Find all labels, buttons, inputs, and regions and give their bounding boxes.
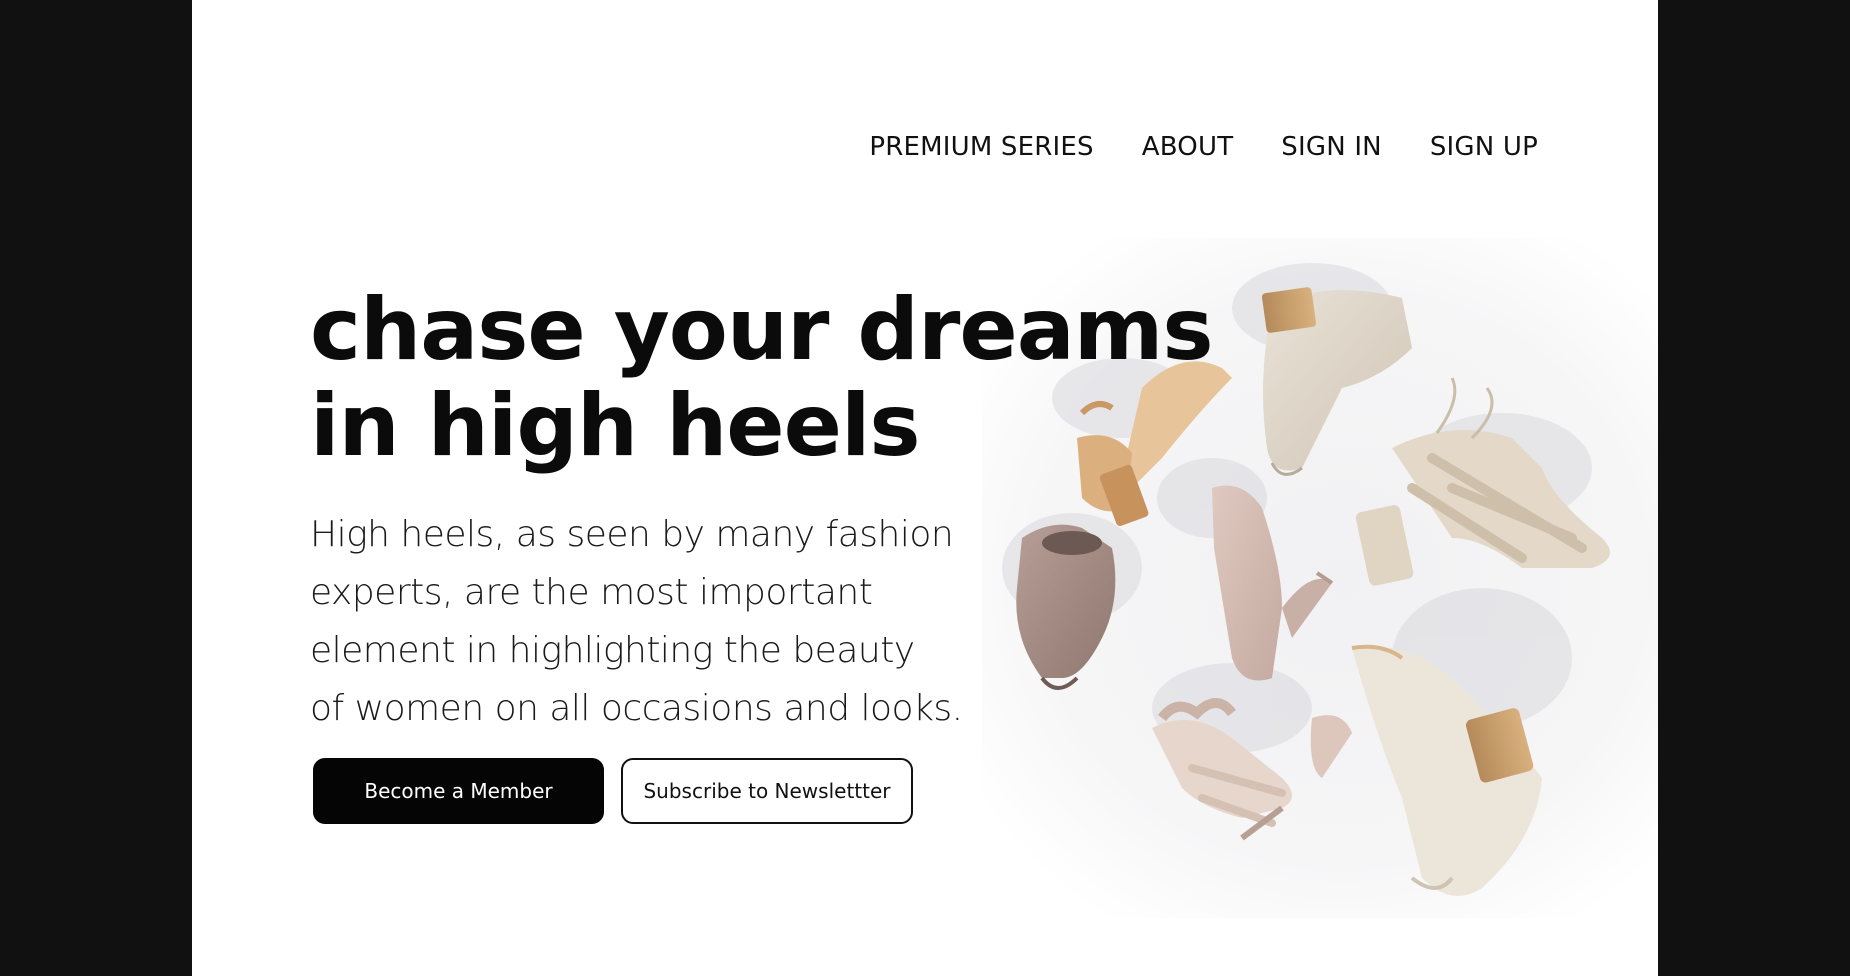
nav-link-premium-series[interactable]: PREMIUM SERIES (869, 132, 1093, 162)
hero-description: High heels, as seen by many fashion expe… (310, 514, 963, 729)
nav-link-about[interactable]: ABOUT (1142, 132, 1234, 162)
hero-headline-line-2: in high heels (310, 376, 921, 476)
subscribe-newsletter-button[interactable]: Subscribe to Newslettter (621, 758, 913, 824)
top-navigation: PREMIUM SERIES ABOUT SIGN IN SIGN UP (869, 132, 1538, 162)
become-member-button[interactable]: Become a Member (313, 758, 604, 824)
nav-link-sign-in[interactable]: SIGN IN (1281, 132, 1382, 162)
hero-headline-line-1: chase your dreams (310, 280, 1214, 380)
nav-link-sign-up[interactable]: SIGN UP (1430, 132, 1538, 162)
hero-headline: chase your dreams in high heels (310, 280, 1214, 476)
landing-page: PREMIUM SERIES ABOUT SIGN IN SIGN UP cha… (192, 0, 1658, 976)
